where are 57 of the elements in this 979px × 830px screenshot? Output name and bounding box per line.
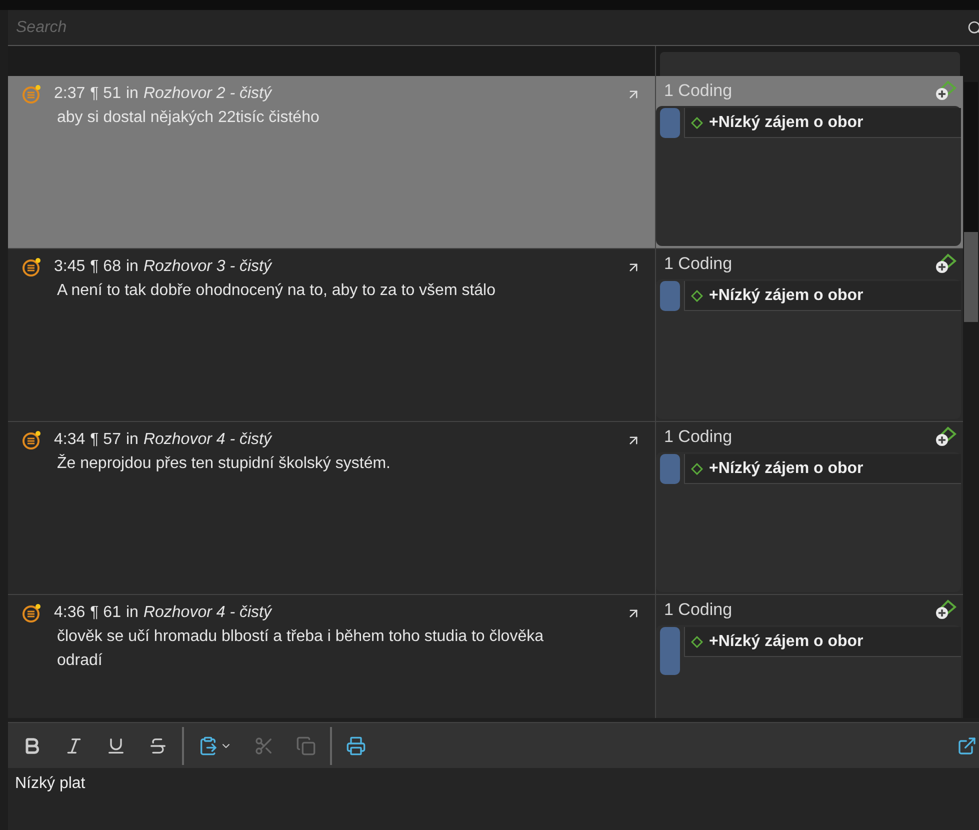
code-color-bar xyxy=(660,108,680,138)
search-icon[interactable] xyxy=(967,20,979,36)
quotation-text: Že neprojdou přes ten stupidní školský systém. xyxy=(56,453,392,474)
paragraph-number: ¶ 68 xyxy=(90,257,121,277)
coding-count: 1 Coding xyxy=(664,80,732,102)
document-name[interactable]: Rozhovor 4 - čistý xyxy=(143,601,272,625)
search-field[interactable]: Search xyxy=(16,16,967,40)
add-code-icon[interactable] xyxy=(933,253,957,275)
memo-icon xyxy=(22,430,42,450)
quotation-text: aby si dostal nějakých 22tisíc čistého xyxy=(56,108,320,128)
search-bar[interactable]: Search xyxy=(8,10,979,46)
paragraph-number: ¶ 51 xyxy=(90,84,121,104)
memo-icon xyxy=(22,84,42,104)
quotation-id: 3:45 xyxy=(54,257,86,277)
code-diamond-icon xyxy=(691,290,703,302)
code-diamond-icon xyxy=(691,636,703,648)
document-name[interactable]: Rozhovor 3 - čistý xyxy=(143,255,272,279)
code-chip[interactable]: +Nízký zájem o obor xyxy=(684,281,961,311)
quotation-id: 4:34 xyxy=(54,430,86,450)
in-label: in xyxy=(126,603,138,623)
underline-button[interactable] xyxy=(106,736,126,756)
quotation-row[interactable]: 4:36 ¶ 61 in Rozhovor 4 - čistý člověk se učí hromadu blbostí a třeba i během toho studia to člověka odradí 1 Coding +Nízký zájem o obor xyxy=(8,595,963,718)
add-code-icon[interactable] xyxy=(933,80,957,102)
strikethrough-button[interactable] xyxy=(148,736,168,756)
in-label: in xyxy=(126,257,138,277)
quotation-text: A není to tak dobře ohodnocený na to, aby to za to všem stálo xyxy=(56,281,497,301)
in-label: in xyxy=(126,430,138,450)
memo-icon xyxy=(22,603,42,623)
code-color-bar xyxy=(660,454,680,484)
code-chip[interactable]: +Nízký zájem o obor xyxy=(684,627,961,657)
add-code-icon[interactable] xyxy=(933,426,957,448)
memo-icon xyxy=(22,257,42,277)
quotation-text: člověk se učí hromadu blbostí a třeba i během toho studia to člověka odradí xyxy=(56,627,544,671)
code-diamond-icon xyxy=(691,462,703,474)
in-label: in xyxy=(126,84,138,104)
quotation-row[interactable]: 4:34 ¶ 57 in Rozhovor 4 - čistý Že neprojdou přes ten stupidní školský systém. 1 Coding +Nízký zájem o obor xyxy=(8,422,963,595)
code-chip[interactable]: +Nízký zájem o obor xyxy=(684,108,961,138)
quotation-row[interactable]: 3:45 ¶ 68 in Rozhovor 3 - čistý A není to tak dobře ohodnocený na to, aby to za to všem stálo 1 Coding +Nízký zájem o obor xyxy=(8,249,963,422)
paragraph-number: ¶ 61 xyxy=(90,603,121,623)
printer-button[interactable] xyxy=(346,736,366,756)
quotation-row[interactable]: 2:37 ¶ 51 in Rozhovor 2 - čistý aby si dostal nějakých 22tisíc čistého 1 Coding +Nízký zájem o obor xyxy=(8,76,963,249)
add-code-icon[interactable] xyxy=(933,599,957,621)
quotation-id: 4:36 xyxy=(54,603,86,623)
memo-text: Nízký plat xyxy=(15,774,86,794)
coding-count: 1 Coding xyxy=(664,253,732,276)
quotation-id: 2:37 xyxy=(54,84,86,104)
paragraph-number: ¶ 57 xyxy=(90,430,121,450)
external-link-icon[interactable] xyxy=(957,736,977,756)
code-color-bar xyxy=(660,281,680,311)
code-diamond-icon xyxy=(691,116,703,128)
coding-count: 1 Coding xyxy=(664,599,732,622)
code-color-bar xyxy=(660,627,680,675)
paste-button[interactable] xyxy=(198,736,232,756)
code-chip[interactable]: +Nízký zájem o obor xyxy=(684,454,961,484)
coding-count: 1 Coding xyxy=(664,426,732,448)
document-name[interactable]: Rozhovor 4 - čistý xyxy=(143,428,272,452)
memo-editor[interactable]: Nízký plat xyxy=(8,768,979,830)
